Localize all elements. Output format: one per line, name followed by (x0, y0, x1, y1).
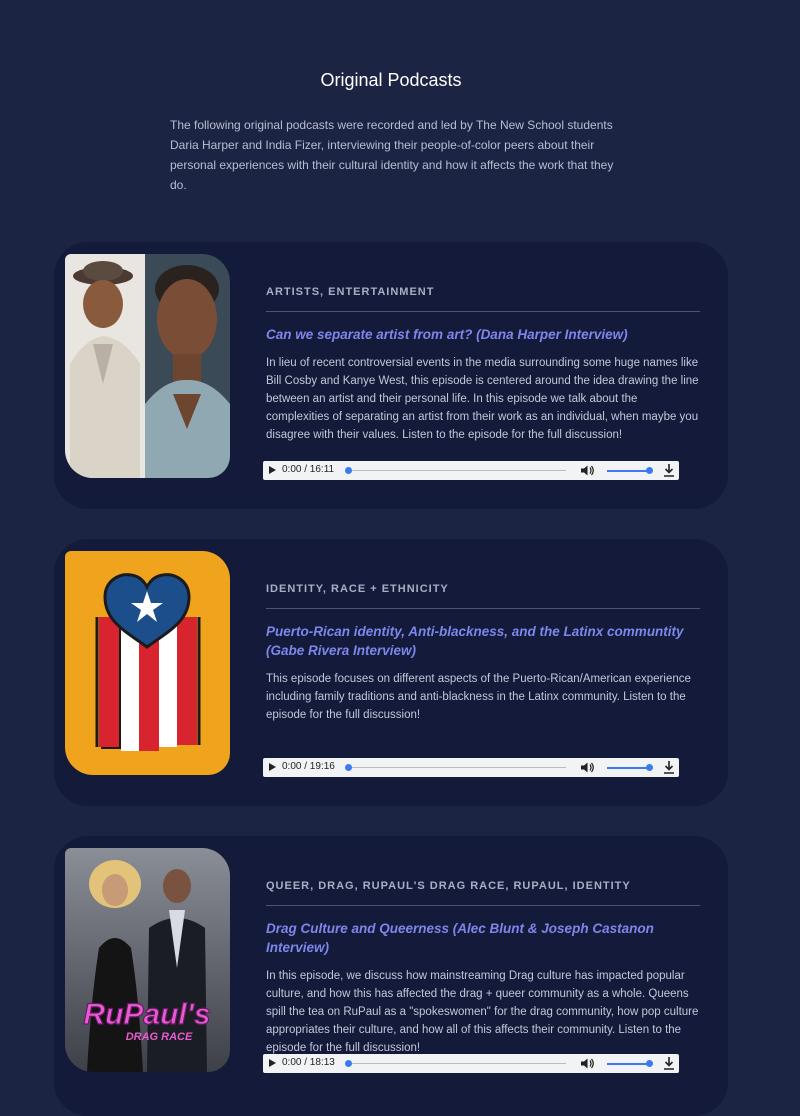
episode-title-link[interactable]: Puerto-Rican identity, Anti-blackness, a… (266, 622, 700, 660)
volume-icon[interactable] (581, 1058, 595, 1069)
play-icon[interactable] (269, 466, 276, 474)
episode-card: RuPaul's DRAG RACE QUEER, DRAG, RUPAUL'S… (54, 836, 728, 1116)
seek-bar[interactable] (348, 470, 566, 471)
seek-knob[interactable] (345, 764, 352, 771)
volume-knob[interactable] (646, 1060, 653, 1067)
audio-time: 0:00 / 19:16 (282, 761, 335, 772)
episode-title-link[interactable]: Can we separate artist from art? (Dana H… (266, 325, 700, 344)
seek-knob[interactable] (345, 467, 352, 474)
volume-icon[interactable] (581, 762, 595, 773)
rupaul-logo-subtext: DRAG RACE (126, 1031, 193, 1043)
volume-knob[interactable] (646, 467, 653, 474)
episode-body: IDENTITY, RACE + ETHNICITY Puerto-Rican … (266, 583, 700, 724)
seek-bar[interactable] (348, 767, 566, 768)
volume-slider[interactable] (607, 470, 651, 472)
episode-title-link[interactable]: Drag Culture and Queerness (Alec Blunt &… (266, 919, 700, 957)
episode-image: RuPaul's DRAG RACE (65, 848, 230, 1072)
seek-knob[interactable] (345, 1060, 352, 1067)
episode-tags: ARTISTS, ENTERTAINMENT (266, 286, 700, 312)
audio-player[interactable]: 0:00 / 19:16 (263, 758, 679, 777)
episode-description: This episode focuses on different aspect… (266, 673, 691, 721)
download-icon[interactable] (663, 464, 675, 477)
play-icon[interactable] (269, 763, 276, 771)
episode-description: In this episode, we discuss how mainstre… (266, 970, 699, 1054)
volume-knob[interactable] (646, 764, 653, 771)
episode-image (65, 254, 230, 478)
intro-text: The following original podcasts were rec… (170, 118, 614, 192)
episode-body: QUEER, DRAG, RUPAUL'S DRAG RACE, RUPAUL,… (266, 880, 700, 1057)
audio-time: 0:00 / 18:13 (282, 1057, 335, 1068)
episode-image (65, 551, 230, 775)
volume-slider[interactable] (607, 1063, 651, 1065)
episode-description: In lieu of recent controversial events i… (266, 357, 699, 441)
audio-time: 0:00 / 16:11 (282, 464, 335, 475)
episode-tags: IDENTITY, RACE + ETHNICITY (266, 583, 700, 609)
episode-body: ARTISTS, ENTERTAINMENT Can we separate a… (266, 286, 700, 444)
download-icon[interactable] (663, 1057, 675, 1070)
volume-slider[interactable] (607, 767, 651, 769)
episode-card: IDENTITY, RACE + ETHNICITY Puerto-Rican … (54, 539, 728, 806)
audio-player[interactable]: 0:00 / 18:13 (263, 1054, 679, 1073)
page-title: Original Podcasts (320, 70, 462, 90)
seek-bar[interactable] (348, 1063, 566, 1064)
audio-player[interactable]: 0:00 / 16:11 (263, 461, 679, 480)
episode-card: ARTISTS, ENTERTAINMENT Can we separate a… (54, 242, 728, 509)
volume-icon[interactable] (581, 465, 595, 476)
play-icon[interactable] (269, 1059, 276, 1067)
episode-tags: QUEER, DRAG, RUPAUL'S DRAG RACE, RUPAUL,… (266, 880, 700, 906)
rupaul-logo-text: RuPaul's (83, 998, 210, 1031)
download-icon[interactable] (663, 761, 675, 774)
